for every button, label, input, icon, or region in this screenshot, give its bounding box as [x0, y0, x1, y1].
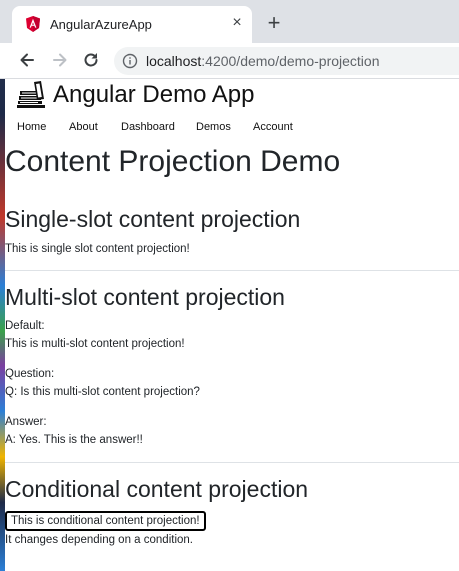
- nav-home[interactable]: Home: [17, 121, 46, 133]
- url-text: localhost:4200/demo/demo-projection: [146, 53, 380, 69]
- app-title[interactable]: Angular Demo App: [53, 81, 254, 109]
- back-arrow-icon[interactable]: [16, 49, 38, 71]
- divider: [5, 462, 459, 463]
- nav-account[interactable]: Account: [253, 121, 293, 133]
- question-text: Q: Is this multi-slot content projection…: [5, 386, 200, 398]
- nav-about[interactable]: About: [69, 121, 98, 133]
- tab-title: AngularAzureApp: [50, 17, 152, 32]
- divider: [5, 270, 459, 271]
- multi-slot-heading: Multi-slot content projection: [5, 284, 285, 310]
- reload-icon[interactable]: [80, 49, 102, 71]
- conditional-note: It changes depending on a condition.: [5, 534, 193, 546]
- close-icon[interactable]: ×: [228, 14, 246, 32]
- browser-tab-bar: AngularAzureApp × +: [0, 0, 459, 43]
- angular-icon: [26, 16, 40, 32]
- question-label: Question:: [5, 368, 55, 380]
- plus-icon[interactable]: +: [264, 12, 284, 34]
- single-slot-text: This is single slot content projection!: [5, 243, 190, 255]
- url-path: :4200/demo/demo-projection: [201, 53, 380, 69]
- info-icon[interactable]: [122, 53, 138, 69]
- default-text: This is multi-slot content projection!: [5, 338, 185, 350]
- conditional-heading: Conditional content projection: [5, 476, 309, 502]
- conditional-content-box: This is conditional content projection!: [5, 511, 206, 531]
- nav-demos[interactable]: Demos: [196, 121, 231, 133]
- answer-text: A: Yes. This is the answer!!: [5, 434, 143, 446]
- page-content: Angular Demo App Home About Dashboard De…: [0, 79, 459, 571]
- browser-tab[interactable]: AngularAzureApp ×: [12, 6, 252, 43]
- address-bar[interactable]: localhost:4200/demo/demo-projection: [114, 47, 459, 75]
- page-title: Content Projection Demo: [5, 145, 341, 178]
- url-host: localhost: [146, 53, 202, 69]
- forward-arrow-icon[interactable]: [49, 49, 71, 71]
- answer-label: Answer:: [5, 416, 47, 428]
- default-label: Default:: [5, 320, 45, 332]
- nav-dashboard[interactable]: Dashboard: [121, 121, 175, 133]
- browser-toolbar: localhost:4200/demo/demo-projection: [0, 43, 459, 79]
- books-logo-icon: [16, 81, 46, 109]
- single-slot-heading: Single-slot content projection: [5, 206, 301, 232]
